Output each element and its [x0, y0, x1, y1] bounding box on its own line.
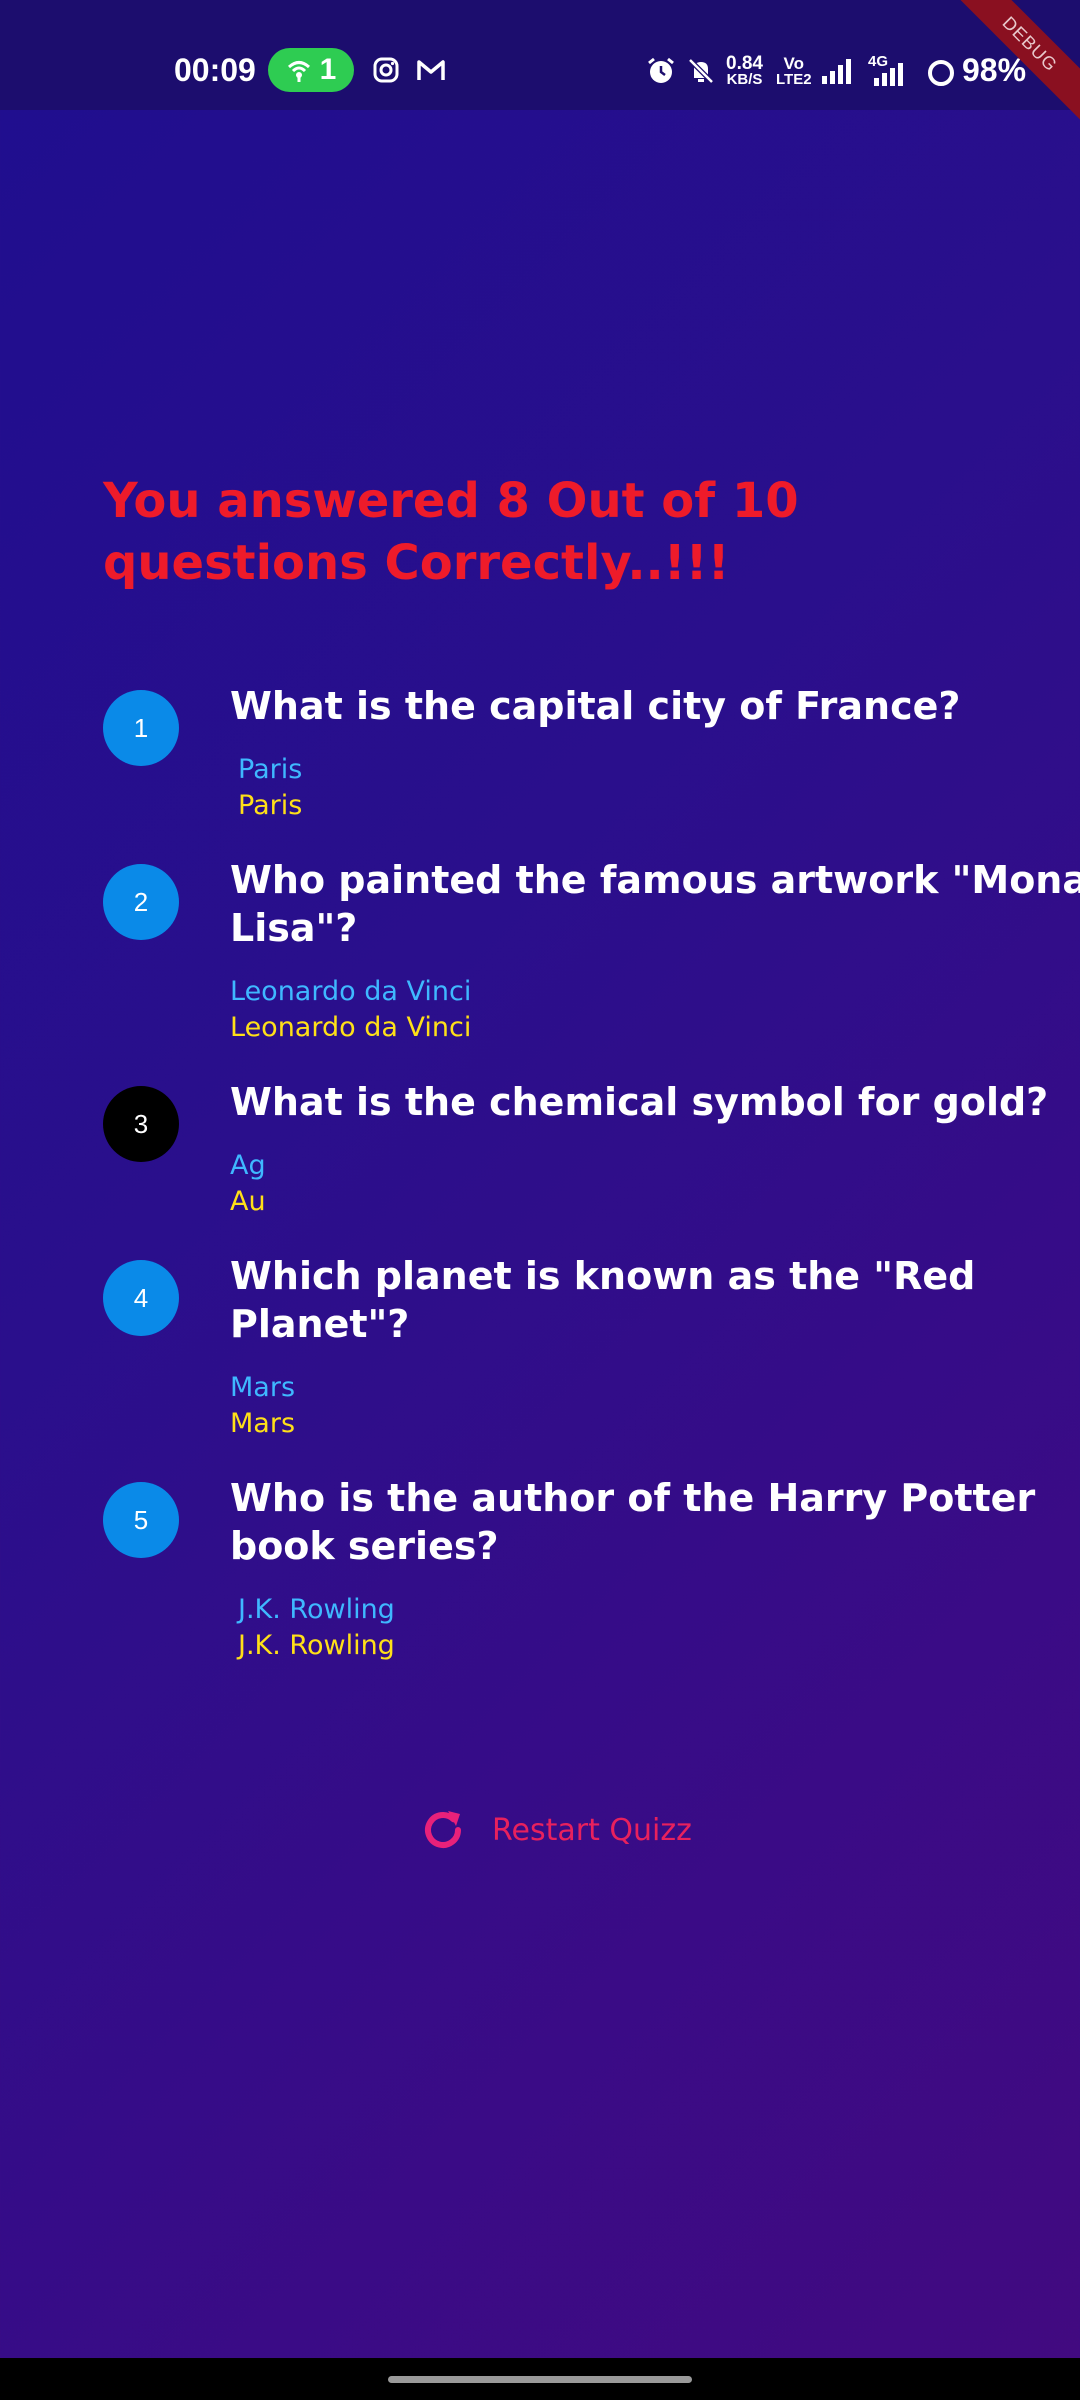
- instagram-icon: [373, 57, 399, 83]
- result-title: You answered 8 Out of 10 questions Corre…: [103, 473, 799, 591]
- question-number-badge: 2: [103, 864, 179, 940]
- network-speed: 0.84 KB/S: [726, 53, 763, 88]
- battery-percent: 98%: [962, 52, 1027, 88]
- question-number-badge: 3: [103, 1086, 179, 1162]
- alarm-icon: [648, 57, 674, 83]
- user-answer: Ag: [230, 1150, 266, 1181]
- hotspot-pill[interactable]: 1: [268, 48, 354, 92]
- volte-indicator: Vo LTE2: [776, 54, 812, 88]
- correct-answer: Mars: [230, 1408, 296, 1439]
- mute-icon: [688, 58, 714, 84]
- question-number-badge: 5: [103, 1482, 179, 1558]
- correct-answer: Au: [230, 1186, 266, 1217]
- hotspot-count: 1: [319, 53, 337, 86]
- user-answer: Mars: [230, 1372, 296, 1403]
- correct-answer: Paris: [238, 790, 303, 821]
- question-text: Who is the author of the Harry Potter bo…: [230, 1476, 1036, 1568]
- user-answer: Paris: [238, 754, 303, 785]
- volte-top: Vo: [783, 54, 805, 73]
- status-bar: 00:09 1 0.84 KB/S Vo LTE2 4G 98% DEBUG: [0, 0, 1080, 135]
- signal-icon-2: [874, 63, 903, 86]
- user-answer: Leonardo da Vinci: [230, 976, 472, 1007]
- question-text: Who painted the famous artwork "Mona Lis…: [230, 858, 1080, 950]
- signal-icon: [822, 59, 851, 84]
- question-text: Which planet is known as the "Red Planet…: [230, 1254, 976, 1346]
- status-time: 00:09: [174, 52, 256, 88]
- speed-unit: KB/S: [726, 71, 763, 88]
- correct-answer: Leonardo da Vinci: [230, 1012, 472, 1043]
- question-number-badge: 1: [103, 690, 179, 766]
- correct-answer: J.K. Rowling: [238, 1630, 395, 1661]
- volte-bottom: LTE2: [776, 71, 812, 88]
- battery-icon: [928, 60, 954, 86]
- user-answer: J.K. Rowling: [238, 1594, 395, 1625]
- gmail-icon: [417, 60, 445, 80]
- restart-quiz-button[interactable]: Restart Quizz: [418, 1800, 692, 1860]
- home-indicator[interactable]: [388, 2376, 692, 2383]
- question-number-badge: 4: [103, 1260, 179, 1336]
- restart-quiz-label: Restart Quizz: [492, 1812, 692, 1848]
- restart-icon: [425, 1811, 461, 1848]
- wifi-hotspot-icon: [287, 61, 310, 82]
- speed-value: 0.84: [726, 53, 763, 74]
- question-text: What is the chemical symbol for gold?: [230, 1080, 1049, 1124]
- question-text: What is the capital city of France?: [230, 684, 961, 728]
